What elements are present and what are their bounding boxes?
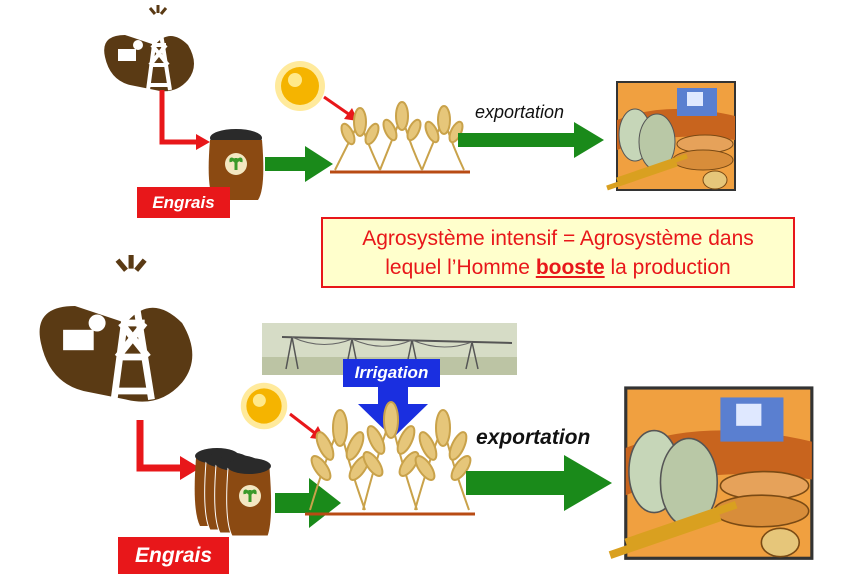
wheat-field-icon-bottom	[305, 401, 475, 516]
wheat-field-icon-top	[330, 101, 470, 174]
definition-line-2: lequel l’Homme booste la production	[323, 253, 793, 282]
definition-line-1: Agrosystème intensif = Agrosystème dans	[362, 226, 754, 250]
green-arrow-to-harvest-bottom	[466, 455, 612, 511]
definition-box: Agrosystème intensif = Agrosystème dans …	[321, 217, 795, 288]
green-arrow-fertilizer-to-wheat-top	[265, 146, 333, 182]
oil-derrick-icon-bottom	[39, 255, 193, 402]
fertilizer-bags-icon-bottom	[194, 448, 273, 537]
green-arrow-to-harvest-top	[458, 122, 604, 158]
export-label-bottom: exportation	[476, 426, 591, 449]
definition-emphasis: booste	[535, 255, 605, 279]
definition-line-2-start: lequel l’Homme	[385, 255, 536, 279]
harvest-products-icon-bottom	[608, 386, 814, 560]
fertilizer-label-bottom: Engrais	[118, 537, 229, 574]
sun-icon-top	[275, 61, 325, 111]
definition-line-2-end: la production	[604, 255, 731, 279]
fertilizer-label-top: Engrais	[137, 187, 230, 218]
irrigation-label: Irrigation	[343, 359, 440, 387]
harvest-products-icon-top	[606, 81, 736, 191]
sun-icon-bottom	[240, 382, 288, 430]
